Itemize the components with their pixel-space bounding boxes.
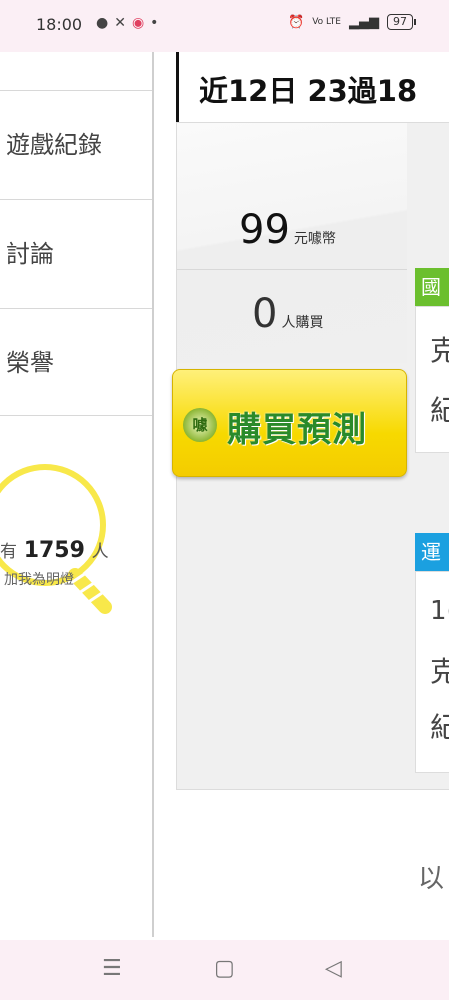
price: 99 元噱幣 <box>239 207 336 253</box>
prediction-card: 99元噱幣 0人購買 噱 購買預測 國 克 紀 運 1( 克 紀 <box>172 122 449 790</box>
prediction-panel-1[interactable]: 克 紀 <box>415 306 449 453</box>
divider <box>177 269 407 270</box>
price-box: 99 元噱幣 0 人購買 <box>177 123 407 363</box>
signal-4g-icon: ▂▄▆ <box>349 14 379 30</box>
lightbulb-caption: 加我為明燈 <box>4 572 74 588</box>
buy-prediction-label: 購買預測 <box>227 410 367 450</box>
lightbulb-suffix: 人 <box>91 542 109 562</box>
buy-prediction-button[interactable]: 噱 購買預測 <box>172 369 407 477</box>
panel1-line1: 克 <box>430 334 449 367</box>
status-bar: 18:00 ●✕◉• ⏰ Vo LTE ▂▄▆ 97 <box>0 0 449 52</box>
panel2-line2: 克 <box>430 655 449 688</box>
lightbulb-number: 1759 <box>23 538 85 563</box>
record-header: 近12日 23過18 <box>176 52 449 122</box>
drawer-item-discussion[interactable]: 討論 <box>0 199 152 307</box>
drawer-item-game-records[interactable]: 遊戲紀錄 <box>0 90 152 198</box>
main-content: 近12日 23過18 99元噱幣 0人購買 噱 購買預測 國 克 紀 運 1( … <box>154 52 449 937</box>
prediction-panel-2[interactable]: 1( 克 紀 <box>415 571 449 773</box>
sport-tag: 運 <box>415 533 449 571</box>
menu-icon[interactable]: ☰ <box>102 956 122 981</box>
xu-coin-icon: 噱 <box>183 408 217 442</box>
back-icon[interactable]: ◁ <box>325 956 342 981</box>
panel2-line3: 紀 <box>430 711 449 744</box>
league-tag: 國 <box>415 268 449 306</box>
home-icon[interactable]: ▢ <box>214 956 235 981</box>
price-value: 99 <box>239 207 290 253</box>
chat-icon: ● <box>96 15 115 31</box>
drawer-item-honors[interactable]: 榮譽 <box>0 308 152 416</box>
bottom-text: 以 <box>418 864 445 894</box>
lightbulb-count: 有 1759 人 <box>0 537 109 563</box>
dot-icon: • <box>150 15 165 31</box>
buyers-unit: 人購買 <box>281 315 324 331</box>
buyers-value: 0 <box>252 291 278 337</box>
side-drawer: 遊戲紀錄 討論 榮譽 有 1759 人 加我為明燈 <box>0 52 154 937</box>
volte-icon: Vo LTE <box>312 17 341 27</box>
missed-call-icon: ✕ <box>114 15 132 31</box>
record-title: 近12日 23過18 <box>199 74 418 108</box>
price-unit: 元噱幣 <box>293 231 336 247</box>
status-time: 18:00 <box>36 15 83 34</box>
alarm-icon: ⏰ <box>288 14 305 30</box>
system-icons: ⏰ Vo LTE ▂▄▆ 97 <box>288 14 416 30</box>
panel2-line1: 1( <box>430 596 449 626</box>
lightbulb-prefix: 有 <box>0 542 17 562</box>
notification-icons: ●✕◉• <box>96 15 164 31</box>
battery-icon: 97 <box>387 14 416 30</box>
buyers: 0 人購買 <box>252 291 323 337</box>
panel1-line2: 紀 <box>430 394 449 427</box>
system-nav-bar: ☰ ▢ ◁ <box>0 940 449 1000</box>
app-badge-icon: ◉ <box>131 15 151 31</box>
